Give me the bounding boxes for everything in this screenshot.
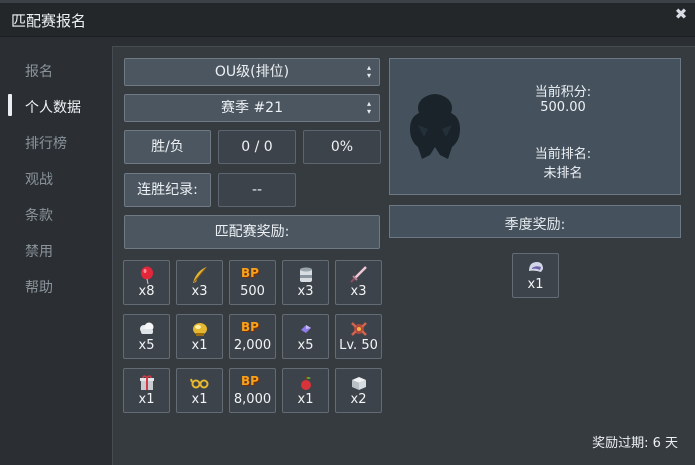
reward-slot[interactable]: x1: [176, 368, 223, 413]
cloud-item-icon: [140, 322, 154, 334]
reward-qty: 500: [240, 284, 265, 299]
sidebar-item-signup[interactable]: 报名: [25, 61, 53, 81]
reward-slot[interactable]: BP 2,000: [229, 314, 276, 359]
reward-qty: x3: [297, 284, 314, 299]
season-reward-slot[interactable]: x1: [512, 253, 559, 298]
helmet-icon: [529, 262, 543, 272]
sidebar-item-personal-data[interactable]: 个人数据: [25, 97, 81, 117]
season-select[interactable]: 赛季 #21: [124, 94, 380, 122]
rank-value: 未排名: [543, 166, 583, 181]
reward-qty: x1: [527, 277, 544, 292]
streak-button[interactable]: 连胜纪录:: [124, 173, 211, 207]
rank-label: 当前排名:: [534, 147, 592, 162]
match-rewards-header: 匹配赛奖励:: [124, 215, 380, 249]
sidebar-item-leaderboard[interactable]: 排行榜: [25, 133, 67, 153]
reward-slot[interactable]: x2: [335, 368, 382, 413]
reward-slot[interactable]: x3: [282, 260, 329, 305]
reward-qty: x5: [138, 338, 155, 353]
reward-slot[interactable]: BP 500: [229, 260, 276, 305]
reward-slot[interactable]: x3: [335, 260, 382, 305]
format-select-value: OU级(排位): [214, 64, 290, 80]
golden-helmet-icon: [193, 323, 207, 336]
win-percent: 0%: [303, 130, 381, 164]
can-icon: [300, 267, 312, 282]
silver-box-icon: [352, 377, 366, 390]
sidebar-item-terms[interactable]: 条款: [25, 205, 53, 225]
reward-qty: x1: [191, 392, 208, 407]
reward-qty: x1: [297, 392, 314, 407]
balloon-icon: [141, 266, 153, 284]
golden-glasses-icon: [190, 378, 209, 389]
sword-icon: [350, 266, 367, 283]
purple-gem-icon: [301, 325, 311, 333]
score-label: 当前积分:: [534, 85, 592, 100]
sidebar-item-help[interactable]: 帮助: [25, 277, 53, 297]
format-select[interactable]: OU级(排位): [124, 58, 380, 86]
gift-box-icon: [140, 375, 154, 390]
window-title: 匹配赛报名: [11, 12, 87, 30]
winloss-button[interactable]: 胜/负: [124, 130, 211, 164]
reward-qty: 2,000: [233, 338, 272, 353]
silhouette-icon: [410, 94, 460, 159]
close-icon[interactable]: ✖: [673, 6, 689, 22]
reward-qty: x5: [297, 338, 314, 353]
score-value: 500.00: [540, 100, 586, 115]
reward-qty: 8,000: [233, 392, 272, 407]
reward-expiry-text: 奖励过期: 6 天: [592, 436, 678, 451]
sidebar-item-bans[interactable]: 禁用: [25, 241, 53, 261]
reward-slot[interactable]: x5: [123, 314, 170, 359]
reward-qty: x1: [191, 338, 208, 353]
season-rewards-label: 季度奖励:: [504, 217, 566, 233]
reward-slot[interactable]: x3: [176, 260, 223, 305]
bp-icon: BP: [241, 374, 259, 388]
reward-slot[interactable]: x5: [282, 314, 329, 359]
reward-slot[interactable]: x1: [176, 314, 223, 359]
title-bar: 匹配赛报名 ✖: [0, 0, 695, 37]
reward-slot[interactable]: x1: [123, 368, 170, 413]
reward-qty: Lv. 50: [339, 338, 378, 353]
feather-icon: [193, 267, 207, 283]
reward-qty: x1: [138, 392, 155, 407]
season-select-value: 赛季 #21: [221, 100, 283, 116]
reward-slot[interactable]: x1: [282, 368, 329, 413]
sidebar-item-spectate[interactable]: 观战: [25, 169, 53, 189]
active-tab-marker: [8, 94, 12, 116]
reward-slot[interactable]: Lv. 50: [335, 314, 382, 359]
reward-qty: x3: [191, 284, 208, 299]
reward-qty: x8: [138, 284, 155, 299]
reward-slot[interactable]: BP 8,000: [229, 368, 276, 413]
sidebar: 报名 个人数据 排行榜 观战 条款 禁用 帮助: [0, 37, 110, 464]
apple-icon: [301, 375, 311, 390]
stats-panel: 当前积分: 500.00 当前排名: 未排名: [389, 58, 681, 195]
winloss-value: 0 / 0: [218, 130, 296, 164]
reward-qty: x2: [350, 392, 367, 407]
reward-slot[interactable]: x8: [123, 260, 170, 305]
streak-value: --: [218, 173, 296, 207]
top-strip: [0, 0, 695, 3]
bp-icon: BP: [241, 266, 259, 280]
bp-icon: BP: [241, 320, 259, 334]
season-rewards-header: 季度奖励:: [389, 205, 681, 238]
reward-qty: x3: [350, 284, 367, 299]
monster-icon: [351, 322, 367, 336]
